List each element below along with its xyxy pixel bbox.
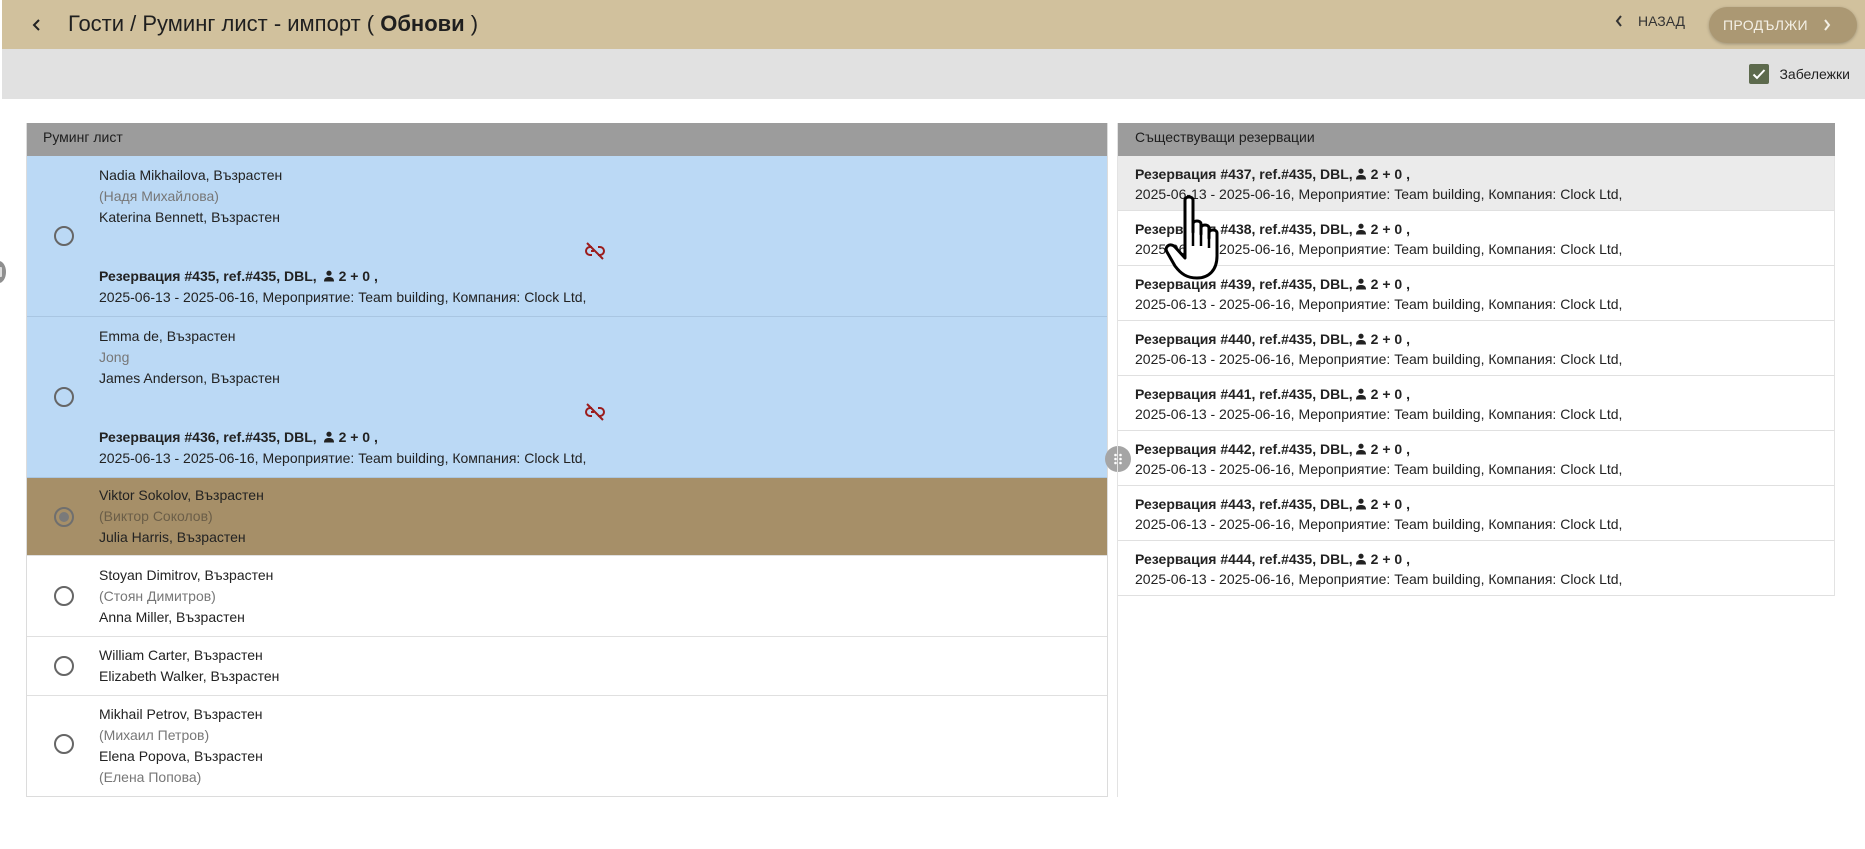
reservation-details: 2025-06-13 - 2025-06-16, Мероприятие: Te… — [1135, 406, 1623, 422]
guest-name: Stoyan Dimitrov, Възрастен — [99, 567, 274, 583]
back-button[interactable]: НАЗАД — [1614, 13, 1685, 29]
guest-name: James Anderson, Възрастен — [99, 370, 280, 386]
row-radio[interactable] — [54, 226, 74, 246]
toolbar: Забележки — [2, 49, 1865, 99]
guest-name: Mikhail Petrov, Възрастен — [99, 706, 263, 722]
guest-name: Elena Popova, Възрастен — [99, 748, 263, 764]
reservation-item[interactable]: Резервация #441, ref.#435, DBL, 2 + 0 , 20… — [1118, 376, 1835, 431]
reservation-item[interactable]: Резервация #442, ref.#435, DBL, 2 + 0 , 20… — [1118, 431, 1835, 486]
linked-reservation-details: 2025-06-13 - 2025-06-16, Мероприятие: Te… — [99, 450, 587, 466]
reservation-details: 2025-06-13 - 2025-06-16, Мероприятие: Te… — [1135, 571, 1623, 587]
checkmark-icon — [1753, 69, 1766, 80]
person-icon — [1355, 553, 1366, 565]
continue-label: ПРОДЪЛЖИ — [1723, 17, 1808, 33]
reservation-title: Резервация #444, ref.#435, DBL, 2 + 0 , — [1135, 551, 1410, 567]
reservation-item[interactable]: Резервация #444, ref.#435, DBL, 2 + 0 , 20… — [1118, 541, 1835, 596]
person-icon — [1355, 278, 1366, 290]
notes-label: Забележки — [1779, 66, 1850, 82]
reservation-title: Резервация #440, ref.#435, DBL, 2 + 0 , — [1135, 331, 1410, 347]
existing-reservations-header: Съществуващи резервации — [1118, 123, 1835, 156]
reservation-details: 2025-06-13 - 2025-06-16, Мероприятие: Te… — [1135, 241, 1623, 257]
guest-name: William Carter, Възрастен — [99, 647, 263, 663]
linked-reservation-title: Резервация #435, ref.#435, DBL, 2 + 0 , — [99, 268, 378, 284]
person-icon — [1355, 498, 1366, 510]
linked-reservation-title: Резервация #436, ref.#435, DBL, 2 + 0 , — [99, 429, 378, 445]
notes-checkbox[interactable] — [1749, 64, 1770, 84]
guest-alt-name: (Виктор Соколов) — [99, 508, 213, 524]
guest-alt-name: (Елена Попова) — [99, 769, 202, 785]
edge-drag-handle[interactable] — [0, 261, 6, 283]
guest-alt-name: (Надя Михайлова) — [99, 188, 219, 204]
guest-name: Julia Harris, Възрастен — [99, 529, 246, 545]
guest-name: Elizabeth Walker, Възрастен — [99, 668, 280, 684]
chevron-left-icon — [1615, 15, 1622, 27]
reservation-item[interactable]: Резервация #439, ref.#435, DBL, 2 + 0 , 20… — [1118, 266, 1835, 321]
person-icon — [323, 270, 334, 282]
reservation-title: Резервация #437, ref.#435, DBL, 2 + 0 , — [1135, 166, 1410, 182]
guest-name: Katerina Bennett, Възрастен — [99, 209, 280, 225]
reservation-title: Резервация #442, ref.#435, DBL, 2 + 0 , — [1135, 441, 1410, 457]
reservation-title: Резервация #443, ref.#435, DBL, 2 + 0 , — [1135, 496, 1410, 512]
back-label: НАЗАД — [1637, 13, 1685, 29]
reservation-title: Резервация #438, ref.#435, DBL, 2 + 0 , — [1135, 221, 1410, 237]
back-arrow-button[interactable] — [24, 12, 50, 38]
reservation-title: Резервация #439, ref.#435, DBL, 2 + 0 , — [1135, 276, 1410, 292]
unlink-icon[interactable] — [583, 401, 607, 423]
top-bar: Гости / Руминг лист - импорт ( Обнови ) … — [2, 0, 1865, 49]
continue-button[interactable]: ПРОДЪЛЖИ — [1709, 7, 1857, 43]
reservation-item[interactable]: Резервация #440, ref.#435, DBL, 2 + 0 , 20… — [1118, 321, 1835, 376]
reservation-details: 2025-06-13 - 2025-06-16, Мероприятие: Te… — [1135, 186, 1623, 202]
row-radio[interactable] — [54, 586, 74, 606]
rooming-row[interactable]: Nadia Mikhailova, Възрастен (Надя Михайл… — [27, 156, 1107, 317]
rooming-row[interactable]: Emma de, Възрастен Jong James Anderson, … — [27, 317, 1107, 478]
reservation-item[interactable]: Резервация #437, ref.#435, DBL, 2 + 0 , 20… — [1118, 156, 1835, 211]
guest-alt-name: (Михаил Петров) — [99, 727, 210, 743]
person-icon — [1355, 388, 1366, 400]
guest-alt-name: (Стоян Димитров) — [99, 588, 216, 604]
guest-alt-name: Jong — [99, 349, 130, 365]
chevron-left-icon — [32, 19, 40, 31]
rooming-row[interactable]: William Carter, Възрастен Elizabeth Walk… — [27, 637, 1107, 696]
guest-name: Nadia Mikhailova, Възрастен — [99, 167, 283, 183]
rooming-list-header: Руминг лист — [27, 123, 1107, 156]
guest-name: Anna Miller, Възрастен — [99, 609, 245, 625]
guest-name: Emma de, Възрастен — [99, 328, 236, 344]
row-radio[interactable] — [54, 656, 74, 676]
chevron-right-icon — [1824, 19, 1831, 31]
reservation-details: 2025-06-13 - 2025-06-16, Мероприятие: Te… — [1135, 351, 1623, 367]
rooming-row-selected[interactable]: Viktor Sokolov, Възрастен (Виктор Соколо… — [27, 478, 1107, 556]
rooming-list-panel: Руминг лист Nadia Mikhailova, Възрастен … — [26, 123, 1108, 797]
unlink-icon[interactable] — [583, 240, 607, 262]
existing-reservations-panel: Съществуващи резервации Резервация #437,… — [1117, 123, 1835, 797]
row-radio[interactable] — [54, 387, 74, 407]
page-title: Гости / Руминг лист - импорт ( Обнови ) — [68, 11, 479, 36]
reservation-details: 2025-06-13 - 2025-06-16, Мероприятие: Te… — [1135, 516, 1623, 532]
reservation-details: 2025-06-13 - 2025-06-16, Мероприятие: Te… — [1135, 461, 1623, 477]
reservation-details: 2025-06-13 - 2025-06-16, Мероприятие: Te… — [1135, 296, 1623, 312]
row-radio[interactable] — [54, 507, 74, 527]
person-icon — [1355, 443, 1366, 455]
notes-toggle[interactable]: Забележки — [1749, 64, 1850, 84]
linked-reservation-details: 2025-06-13 - 2025-06-16, Мероприятие: Te… — [99, 289, 587, 305]
reservation-item[interactable]: Резервация #438, ref.#435, DBL, 2 + 0 , 20… — [1118, 211, 1835, 266]
person-icon — [1355, 333, 1366, 345]
rooming-row[interactable]: Mikhail Petrov, Възрастен (Михаил Петров… — [27, 696, 1107, 796]
rooming-row[interactable]: Stoyan Dimitrov, Възрастен (Стоян Димитр… — [27, 556, 1107, 637]
reservation-list: Резервация #437, ref.#435, DBL, 2 + 0 , 20… — [1118, 156, 1835, 596]
guest-name: Viktor Sokolov, Възрастен — [99, 487, 264, 503]
person-icon — [323, 431, 334, 443]
person-icon — [1355, 168, 1366, 180]
person-icon — [1355, 223, 1366, 235]
reservation-title: Резервация #441, ref.#435, DBL, 2 + 0 , — [1135, 386, 1410, 402]
row-radio[interactable] — [54, 734, 74, 754]
reservation-item[interactable]: Резервация #443, ref.#435, DBL, 2 + 0 , 20… — [1118, 486, 1835, 541]
